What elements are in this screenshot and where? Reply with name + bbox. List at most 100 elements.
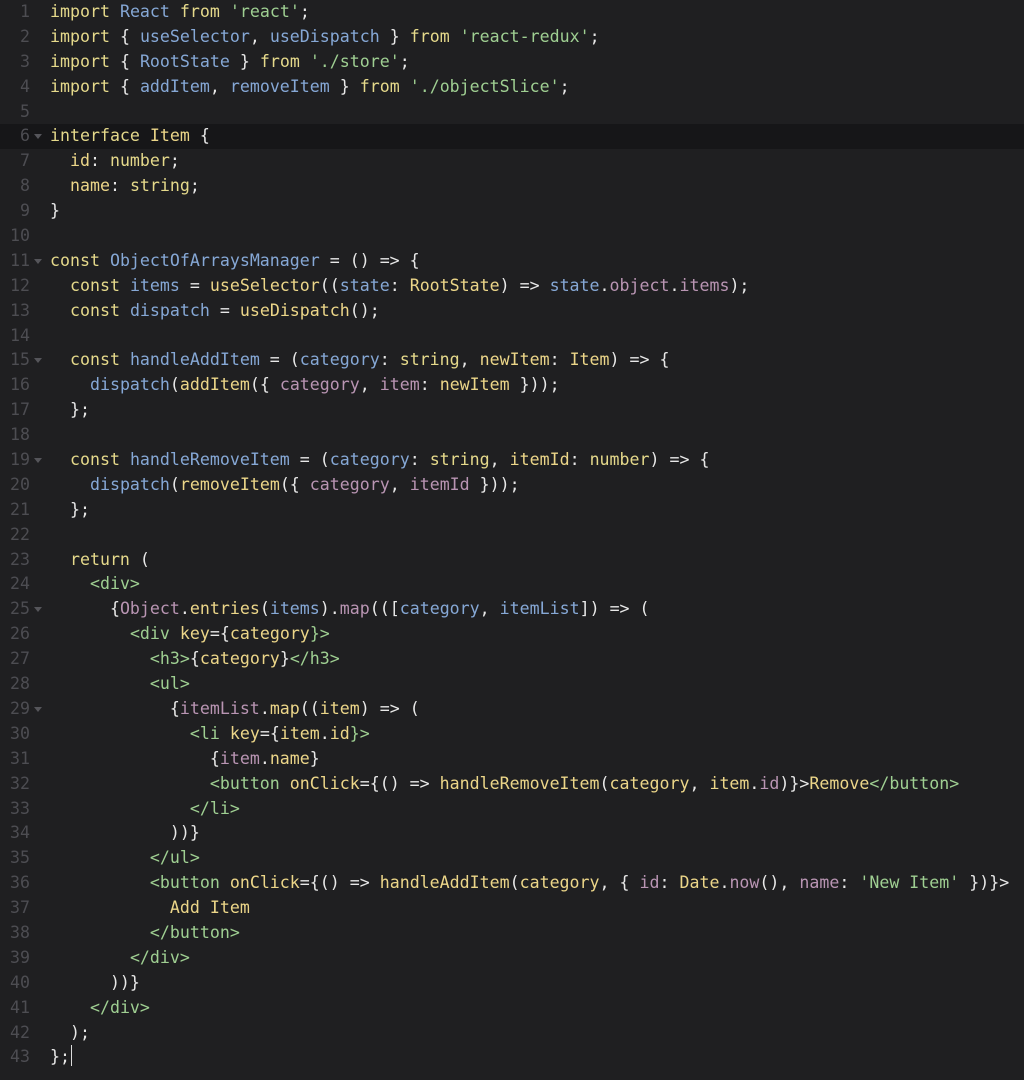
code-token: const <box>69 275 120 295</box>
code-line[interactable]: 12 const items = useSelector((state: Roo… <box>0 274 1024 299</box>
line-code: </div> <box>50 996 150 1021</box>
code-line[interactable]: 18 <box>0 423 1024 448</box>
line-code: ))} <box>50 821 200 846</box>
code-line[interactable]: 6 interface Item { <box>0 124 1024 150</box>
code-token: </button> <box>869 773 960 793</box>
code-editor[interactable]: 1 import React from 'react'; 2 import { use… <box>0 0 1024 1080</box>
code-token: item <box>279 723 320 743</box>
line-gutter: 39 <box>0 946 50 971</box>
code-line[interactable]: 3 import { RootState } from './store'; <box>0 50 1024 75</box>
fold-arrow-icon[interactable] <box>34 607 42 613</box>
code-line[interactable]: 14 <box>0 324 1024 349</box>
code-line[interactable]: 32 <button onClick={() => handleRemoveIt… <box>0 772 1024 797</box>
code-token: . <box>259 698 270 718</box>
line-code: <h3>{category}</h3> <box>50 647 340 672</box>
fold-arrow-icon[interactable] <box>34 358 42 364</box>
line-code: ); <box>50 1021 90 1046</box>
code-line[interactable]: 28 <ul> <box>0 672 1024 697</box>
code-line[interactable]: 2 import { useSelector, useDispatch } fro… <box>0 25 1024 50</box>
line-number: 37 <box>10 898 30 918</box>
code-line[interactable]: 19 const handleRemoveItem = (category: s… <box>0 448 1024 473</box>
line-code: <li key={item.id}> <box>50 722 370 747</box>
line-code: import { addItem, removeItem } from './o… <box>50 75 570 100</box>
code-token: } <box>279 649 290 669</box>
code-token: addItem <box>139 76 210 96</box>
line-gutter: 22 <box>0 523 50 548</box>
code-line[interactable]: 5 <box>0 100 1024 125</box>
code-line[interactable]: 30 <li key={item.id}> <box>0 722 1024 747</box>
code-token: , <box>489 450 510 470</box>
line-gutter: 16 <box>0 373 50 398</box>
code-line[interactable]: 8 name: string; <box>0 174 1024 199</box>
code-line[interactable]: 33 </li> <box>0 797 1024 822</box>
code-line[interactable]: 11 const ObjectOfArraysManager = () => { <box>0 249 1024 274</box>
code-line[interactable]: 1 import React from 'react'; <box>0 0 1024 25</box>
code-line[interactable]: 23 return ( <box>0 548 1024 573</box>
line-gutter: 37 <box>0 896 50 921</box>
code-token: dispatch <box>89 474 170 494</box>
code-line[interactable]: 17 }; <box>0 398 1024 423</box>
code-line[interactable]: 37 Add Item <box>0 896 1024 921</box>
code-line[interactable]: 4 import { addItem, removeItem } from './… <box>0 75 1024 100</box>
code-line[interactable]: 10 <box>0 224 1024 249</box>
code-line[interactable]: 36 <button onClick={() => handleAddItem(… <box>0 871 1024 896</box>
code-token: handleAddItem <box>379 873 510 893</box>
code-line[interactable]: 39 </div> <box>0 946 1024 971</box>
code-token: './objectSlice' <box>409 76 560 96</box>
code-line[interactable]: 7 id: number; <box>0 149 1024 174</box>
code-line[interactable]: 42 ); <box>0 1021 1024 1046</box>
code-line[interactable]: 16 dispatch(addItem({ category, item: ne… <box>0 373 1024 398</box>
code-line[interactable]: 26 <div key={category}> <box>0 622 1024 647</box>
code-line[interactable]: 31 {item.name} <box>0 747 1024 772</box>
code-line[interactable]: 22 <box>0 523 1024 548</box>
line-number: 15 <box>10 350 30 370</box>
code-token: itemId <box>509 450 570 470</box>
fold-arrow-icon[interactable] <box>34 458 42 464</box>
code-token: (), <box>759 873 800 893</box>
code-token: })); <box>469 474 520 494</box>
code-token: React <box>119 2 170 21</box>
code-line[interactable]: 13 const dispatch = useDispatch(); <box>0 299 1024 324</box>
fold-arrow-icon[interactable] <box>34 706 42 712</box>
code-line[interactable]: 29 {itemList.map((item) => ( <box>0 697 1024 722</box>
code-line[interactable]: 34 ))} <box>0 821 1024 846</box>
code-line[interactable]: 43}; <box>0 1045 1024 1070</box>
code-token: useSelector <box>209 275 320 295</box>
fold-arrow-icon[interactable] <box>34 134 42 140</box>
code-line[interactable]: 9} <box>0 199 1024 224</box>
line-code: }; <box>50 498 90 523</box>
code-token: now <box>729 873 760 893</box>
code-token: (( <box>299 698 320 718</box>
code-line[interactable]: 21 }; <box>0 498 1024 523</box>
code-line[interactable]: 41 </div> <box>0 996 1024 1021</box>
code-line[interactable]: 40 ))} <box>0 971 1024 996</box>
fold-arrow-icon[interactable] <box>34 258 42 264</box>
code-token: ]) => ( <box>579 599 650 619</box>
code-token: string <box>399 350 460 370</box>
line-gutter: 21 <box>0 498 50 523</box>
line-code: import { RootState } from './store'; <box>50 50 410 75</box>
line-code: <div> <box>50 572 140 597</box>
code-token: </div> <box>129 947 190 967</box>
code-token: : <box>379 350 400 370</box>
code-line[interactable]: 24 <div> <box>0 572 1024 597</box>
code-line[interactable]: 35 </ul> <box>0 846 1024 871</box>
code-line[interactable]: 20 dispatch(removeItem({ category, itemI… <box>0 473 1024 498</box>
code-token: removeItem <box>179 474 280 494</box>
code-token: name <box>799 873 840 893</box>
code-token: <div> <box>89 574 140 594</box>
line-code: const ObjectOfArraysManager = () => { <box>50 249 420 274</box>
code-line[interactable]: 38 </button> <box>0 921 1024 946</box>
code-token: itemList <box>179 698 260 718</box>
code-line[interactable]: 25 {Object.entries(items).map(([category… <box>0 597 1024 622</box>
code-token: <li <box>189 723 220 743</box>
code-line[interactable]: 27 <h3>{category}</h3> <box>0 647 1024 672</box>
code-token: } <box>309 748 320 768</box>
line-code: Add Item <box>50 896 250 921</box>
line-code: dispatch(removeItem({ category, itemId }… <box>50 473 520 498</box>
code-token: : <box>389 275 410 295</box>
code-line[interactable]: 15 const handleAddItem = (category: stri… <box>0 348 1024 373</box>
